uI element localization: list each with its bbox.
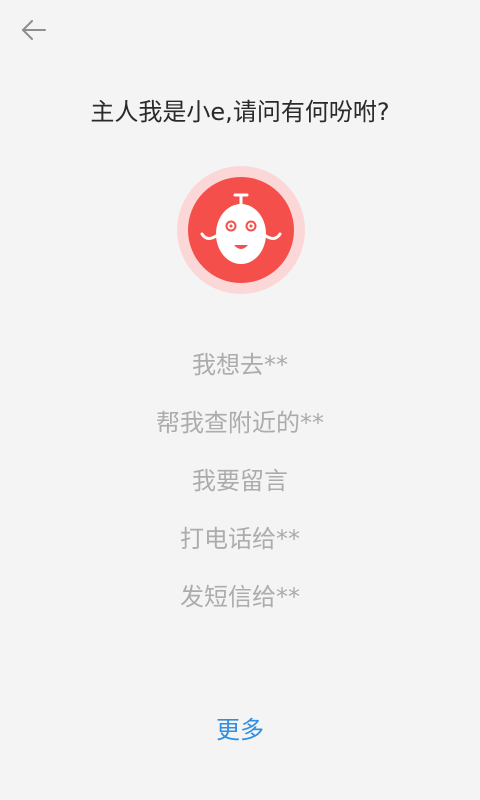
suggestion-call[interactable]: 打电话给** (0, 519, 480, 559)
suggestion-list: 我想去** 帮我查附近的** 我要留言 打电话给** 发短信给** (0, 345, 480, 635)
arrow-left-icon (22, 20, 46, 40)
suggestion-leave-message[interactable]: 我要留言 (0, 461, 480, 501)
suggestion-navigate[interactable]: 我想去** (0, 345, 480, 385)
robot-avatar[interactable] (177, 166, 305, 294)
robot-face-icon (177, 166, 305, 294)
more-button[interactable]: 更多 (0, 710, 480, 750)
suggestion-search-nearby[interactable]: 帮我查附近的** (0, 403, 480, 443)
suggestion-sms[interactable]: 发短信给** (0, 577, 480, 617)
back-button[interactable] (14, 14, 54, 46)
greeting-title: 主人我是小e,请问有何吩咐? (90, 98, 390, 126)
